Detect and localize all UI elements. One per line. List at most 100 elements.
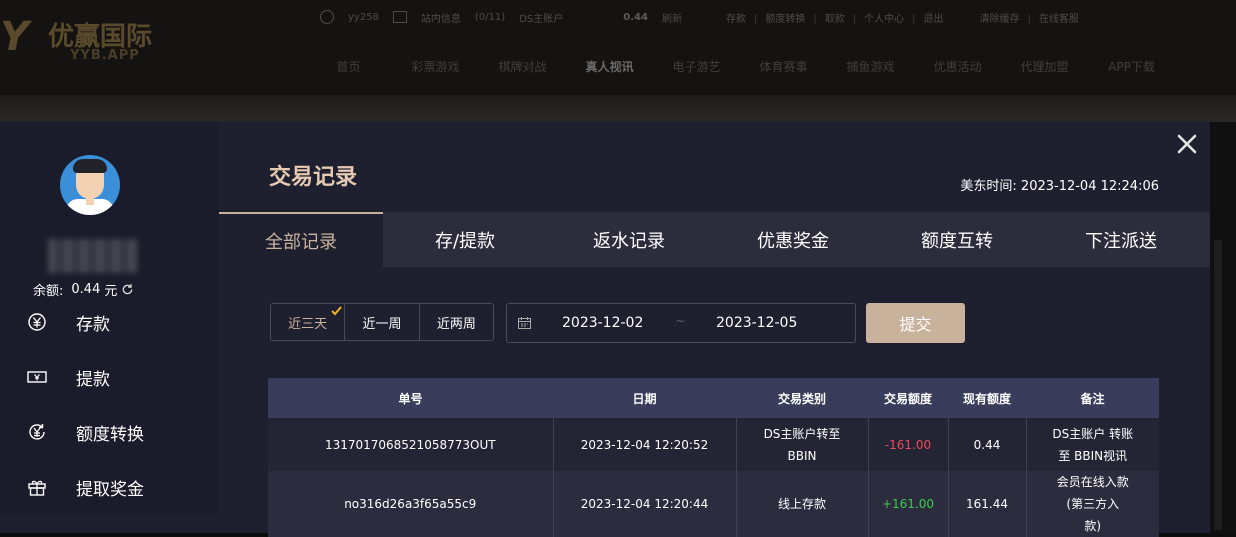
topbar-link[interactable]: 存款 <box>726 10 746 25</box>
column-header: 交易类别 <box>736 378 868 418</box>
nav-item[interactable]: 棋牌对战 <box>479 58 566 75</box>
tab-bet-payout[interactable]: 下注派送 <box>1039 212 1203 267</box>
table-row: 1317017068521058773OUT 2023-12-04 12:20:… <box>268 418 1159 471</box>
cell-id: 1317017068521058773OUT <box>268 418 553 471</box>
nav-item[interactable]: 电子游艺 <box>653 58 740 75</box>
gift-icon <box>28 480 46 496</box>
cell-remark: 会员在线入款 (第三方入 款) <box>1025 471 1159 537</box>
nav-item[interactable]: 首页 <box>305 58 392 75</box>
sidebar-item-label: 提取奖金 <box>76 479 144 500</box>
banknote-icon <box>27 371 47 383</box>
column-header: 单号 <box>268 378 553 418</box>
sidebar-item-deposit[interactable]: 存款 <box>0 302 219 342</box>
range-3-days[interactable]: 近三天 <box>271 304 344 340</box>
date-separator: ~ <box>675 314 686 329</box>
cell-date: 2023-12-04 12:20:44 <box>552 471 736 537</box>
topbar-message-count: (0/11) <box>474 11 506 23</box>
tab-bonus[interactable]: 优惠奖金 <box>711 212 875 267</box>
check-icon <box>331 306 343 316</box>
topbar-link[interactable]: 取款 <box>813 10 845 25</box>
tab-rebate[interactable]: 返水记录 <box>547 212 711 267</box>
nav-item[interactable]: 代理加盟 <box>1001 58 1088 75</box>
site-logo[interactable]: Y 优赢国际 YYB.APP <box>0 6 180 66</box>
column-header: 交易额度 <box>868 378 948 418</box>
record-tabs: 全部记录 存/提款 返水记录 优惠奖金 额度互转 下注派送 <box>219 212 1210 267</box>
range-1-week[interactable]: 近一周 <box>344 304 418 340</box>
topbar-link[interactable]: 退出 <box>912 10 943 25</box>
sidebar-item-label: 存款 <box>76 314 110 335</box>
nav-item[interactable]: 捕鱼游戏 <box>827 58 914 75</box>
user-icon <box>320 10 334 24</box>
modal-sidebar: 余额: 0.44 元 存款 提款 额度转换 提取奖金 <box>0 122 219 515</box>
server-time: 美东时间: 2023-12-04 12:24:06 <box>960 175 1159 194</box>
topbar-refresh[interactable]: 刷新 <box>662 10 682 25</box>
sidebar-item-label: 提款 <box>76 369 110 390</box>
cell-amount: +161.00 <box>867 471 948 537</box>
column-header: 现有额度 <box>948 378 1026 418</box>
cell-remark: DS主账户 转账 至 BBIN视讯 <box>1025 418 1159 471</box>
date-end[interactable]: 2023-12-05 <box>716 315 797 331</box>
cell-balance: 161.44 <box>947 471 1026 537</box>
topbar-message[interactable]: 站内信息 <box>421 10 461 25</box>
nav-item[interactable]: 真人视讯 <box>566 58 653 75</box>
main-nav: 首页 彩票游戏 棋牌对战 真人视讯 电子游艺 体育赛事 捕鱼游戏 优惠活动 代理加盟 APP下载 <box>305 58 1175 75</box>
time-label: 美东时间: <box>960 179 1017 194</box>
cell-amount: -161.00 <box>867 418 948 471</box>
page-title: 交易记录 <box>269 165 358 190</box>
date-start[interactable]: 2023-12-02 <box>562 315 643 331</box>
nav-item[interactable]: 体育赛事 <box>740 58 827 75</box>
sidebar-item-label: 额度转换 <box>76 424 144 445</box>
balance-value: 0.44 <box>71 282 101 297</box>
range-2-weeks[interactable]: 近两周 <box>418 304 493 340</box>
topbar-username[interactable]: yy258 <box>348 12 379 23</box>
top-bar: yy258 站内信息 (0/11) DS主账户 0.44 刷新 存款额度转换取款… <box>320 8 1079 26</box>
close-icon[interactable] <box>1175 132 1199 156</box>
blurred-username <box>48 239 138 273</box>
date-range-group: 近三天 近一周 近两周 <box>270 303 494 341</box>
logo-mark-icon: Y <box>0 14 29 60</box>
transactions-table: 单号 日期 交易类别 交易额度 现有额度 备注 1317017068521058… <box>268 378 1159 537</box>
tab-deposit-withdraw[interactable]: 存/提款 <box>383 212 547 267</box>
table-header-row: 单号 日期 交易类别 交易额度 现有额度 备注 <box>268 378 1159 418</box>
date-range-picker[interactable]: 2023-12-02 ~ 2023-12-05 <box>506 303 856 343</box>
cell-type: DS主账户转至 BBIN <box>735 418 868 471</box>
sidebar-item-transfer[interactable]: 额度转换 <box>0 412 219 452</box>
cell-balance: 0.44 <box>947 418 1026 471</box>
calendar-icon <box>518 317 531 329</box>
topbar-link[interactable]: 在线客服 <box>1027 10 1079 25</box>
column-header: 日期 <box>553 378 736 418</box>
topbar-link[interactable]: 清除缓存 <box>979 10 1019 25</box>
sidebar-item-withdraw[interactable]: 提款 <box>0 357 219 397</box>
cell-date: 2023-12-04 12:20:52 <box>552 418 736 471</box>
yuan-exchange-icon <box>29 424 45 440</box>
topbar-link[interactable]: 个人中心 <box>853 10 904 25</box>
refresh-icon[interactable] <box>121 283 134 296</box>
nav-item[interactable]: 彩票游戏 <box>392 58 479 75</box>
topbar-link[interactable]: 额度转换 <box>754 10 805 25</box>
nav-item[interactable]: 优惠活动 <box>914 58 1001 75</box>
column-header: 备注 <box>1026 378 1159 418</box>
logo-domain: YYB.APP <box>70 48 140 63</box>
balance-label: 余额: <box>33 284 64 299</box>
cell-id: no316d26a3f65a55c9 <box>268 471 553 537</box>
sidebar-item-bonus[interactable]: 提取奖金 <box>0 467 219 507</box>
topbar-links: 存款额度转换取款个人中心退出 <box>726 10 944 25</box>
cell-type: 线上存款 <box>735 471 868 537</box>
nav-item[interactable]: APP下载 <box>1088 58 1175 75</box>
time-value: 2023-12-04 12:24:06 <box>1020 179 1159 194</box>
range-label: 近三天 <box>288 316 328 332</box>
tab-all-records[interactable]: 全部记录 <box>219 212 383 267</box>
modal-main: 交易记录 美东时间: 2023-12-04 12:24:06 全部记录 存/提款… <box>219 122 1210 537</box>
topbar-account: DS主账户 <box>519 13 564 25</box>
balance-unit: 元 <box>104 284 118 299</box>
submit-button[interactable]: 提交 <box>866 303 965 343</box>
tab-transfer[interactable]: 额度互转 <box>875 212 1039 267</box>
topbar-extra-links: 清除缓存在线客服 <box>979 10 1078 25</box>
yuan-coin-icon <box>28 313 46 331</box>
sidebar-balance: 余额: 0.44 元 <box>33 280 134 299</box>
table-row: no316d26a3f65a55c9 2023-12-04 12:20:44 线… <box>268 471 1159 537</box>
range-label: 近一周 <box>362 316 402 332</box>
range-label: 近两周 <box>436 316 476 332</box>
message-icon <box>392 11 407 23</box>
scrollbar-thumb[interactable] <box>1214 240 1222 530</box>
